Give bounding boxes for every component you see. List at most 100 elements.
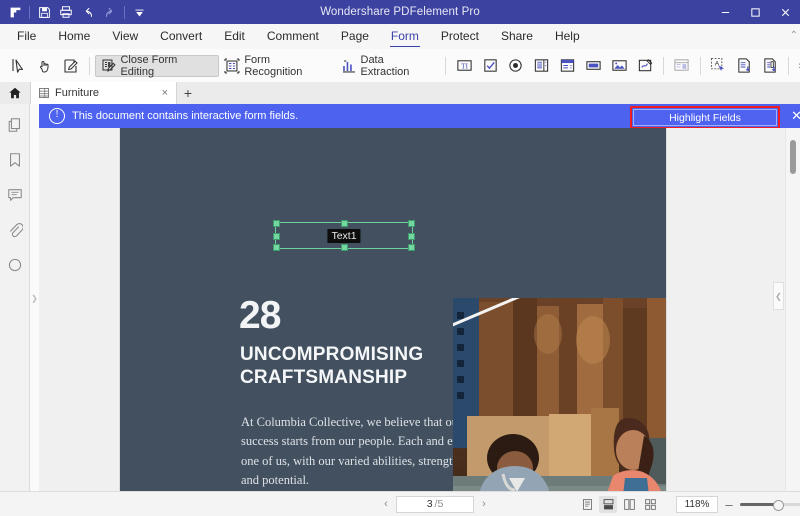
import-form-data-icon[interactable]	[732, 53, 758, 79]
grid-view-icon[interactable]	[641, 496, 659, 513]
window-controls	[710, 0, 800, 24]
divider	[124, 6, 125, 19]
ribbon-overflow-icon[interactable]: ›	[794, 60, 800, 72]
previous-page-button[interactable]: ‹	[378, 498, 394, 510]
pdf-page[interactable]: Text1 28 UNCOMPROMISING CRAFTSMANSHIP At…	[120, 128, 666, 492]
info-icon: !	[49, 108, 65, 124]
image-field-icon[interactable]	[606, 53, 632, 79]
field-alignment-icon[interactable]: A	[706, 53, 732, 79]
vertical-scrollbar[interactable]	[785, 128, 800, 492]
resize-handle[interactable]	[408, 220, 415, 227]
data-extraction-button[interactable]: Data Extraction	[336, 55, 441, 77]
document-icon	[38, 87, 50, 99]
document-canvas[interactable]: Text1 28 UNCOMPROMISING CRAFTSMANSHIP At…	[39, 128, 786, 492]
divider	[29, 6, 30, 19]
sidebar-item-thumbnails[interactable]	[5, 115, 25, 135]
menu-edit[interactable]: Edit	[213, 24, 256, 49]
single-page-view-icon[interactable]	[578, 496, 596, 513]
resize-handle[interactable]	[273, 233, 280, 240]
menu-help[interactable]: Help	[544, 24, 591, 49]
home-icon[interactable]	[0, 82, 30, 104]
next-page-button[interactable]: ›	[476, 498, 492, 510]
document-tab-furniture[interactable]: Furniture ×	[30, 82, 177, 104]
menu-bar: File Home View Convert Edit Comment Page…	[0, 24, 800, 50]
page-number-input[interactable]: 3 /5	[396, 496, 474, 513]
divider	[788, 57, 789, 75]
close-button[interactable]	[770, 0, 800, 24]
push-button-field-icon[interactable]	[580, 53, 606, 79]
export-form-data-icon[interactable]	[758, 53, 784, 79]
resize-handle[interactable]	[341, 244, 348, 251]
sidebar-item-bookmarks[interactable]	[5, 150, 25, 170]
menu-share[interactable]: Share	[490, 24, 544, 49]
close-form-editing-button[interactable]: Close Form Editing	[95, 55, 220, 77]
resize-handle[interactable]	[273, 220, 280, 227]
checkbox-field-icon[interactable]	[477, 53, 503, 79]
menu-page[interactable]: Page	[330, 24, 380, 49]
collapse-ribbon-icon[interactable]: ⌃	[790, 30, 798, 41]
menu-comment[interactable]: Comment	[256, 24, 330, 49]
maximize-button[interactable]	[740, 0, 770, 24]
svg-text:TI: TI	[461, 61, 469, 70]
form-fields-notification-bar: ! This document contains interactive for…	[39, 104, 800, 128]
zoom-level-value[interactable]: 118%	[676, 496, 718, 513]
redo-icon[interactable]	[99, 1, 121, 23]
divider	[445, 57, 446, 75]
form-recognition-button[interactable]: Form Recognition	[219, 55, 335, 77]
resize-handle[interactable]	[408, 244, 415, 251]
menu-home[interactable]: Home	[47, 24, 101, 49]
chevron-left-icon: ❮	[775, 292, 782, 301]
menu-convert[interactable]: Convert	[149, 24, 213, 49]
menu-view[interactable]: View	[101, 24, 149, 49]
hand-tool-icon[interactable]	[32, 53, 58, 79]
menu-file[interactable]: File	[6, 24, 47, 49]
new-tab-button[interactable]: +	[177, 82, 199, 104]
close-notification-icon[interactable]: ✕	[791, 108, 800, 124]
workshop-photo	[453, 298, 666, 492]
resize-handle[interactable]	[273, 244, 280, 251]
resize-handle[interactable]	[341, 220, 348, 227]
select-tool-icon[interactable]	[6, 53, 32, 79]
minimize-button[interactable]	[710, 0, 740, 24]
page-number-heading: 28	[239, 296, 280, 335]
close-tab-icon[interactable]: ×	[150, 87, 168, 99]
paragraph: At Columbia Collective, we believe that …	[241, 413, 481, 491]
zoom-slider-knob[interactable]	[773, 500, 784, 511]
close-form-editing-icon	[101, 58, 117, 74]
data-extraction-label: Data Extraction	[361, 54, 436, 78]
resize-handle[interactable]	[408, 233, 415, 240]
continuous-scroll-view-icon[interactable]	[599, 496, 617, 513]
signature-field-icon[interactable]	[632, 53, 658, 79]
app-logo-icon[interactable]	[4, 1, 26, 23]
radio-button-field-icon[interactable]	[503, 53, 529, 79]
list-box-field-icon[interactable]	[529, 53, 555, 79]
left-sidebar	[0, 104, 30, 503]
form-recognition-label: Form Recognition	[244, 54, 330, 78]
undo-icon[interactable]	[77, 1, 99, 23]
customize-quick-access-icon[interactable]	[128, 1, 150, 23]
data-extraction-icon	[341, 58, 357, 74]
form-table-icon[interactable]	[669, 53, 695, 79]
text-field-icon[interactable]: TI	[451, 53, 477, 79]
sidebar-item-attachments[interactable]	[5, 220, 25, 240]
document-tab-label: Furniture	[55, 87, 99, 99]
menu-form[interactable]: Form	[380, 24, 430, 49]
view-mode-group	[578, 496, 659, 513]
combo-box-field-icon[interactable]	[555, 53, 581, 79]
menu-protect[interactable]: Protect	[430, 24, 490, 49]
right-panel-collapse-handle[interactable]: ❮	[773, 282, 784, 310]
divider	[663, 57, 664, 75]
sidebar-item-comments[interactable]	[5, 185, 25, 205]
highlight-fields-button[interactable]: Highlight Fields	[633, 109, 777, 126]
edit-tool-icon[interactable]	[58, 53, 84, 79]
form-field-text1[interactable]: Text1	[275, 222, 413, 249]
scrollbar-thumb[interactable]	[790, 140, 796, 174]
two-page-view-icon[interactable]	[620, 496, 638, 513]
print-icon[interactable]	[55, 1, 77, 23]
zoom-slider[interactable]	[740, 503, 800, 506]
sidebar-item-stamps[interactable]	[5, 255, 25, 275]
form-recognition-icon	[224, 58, 240, 74]
application-window: Wondershare PDFelement Pro File Home Vie…	[0, 0, 800, 516]
save-icon[interactable]	[33, 1, 55, 23]
zoom-out-button[interactable]: –	[724, 497, 734, 512]
